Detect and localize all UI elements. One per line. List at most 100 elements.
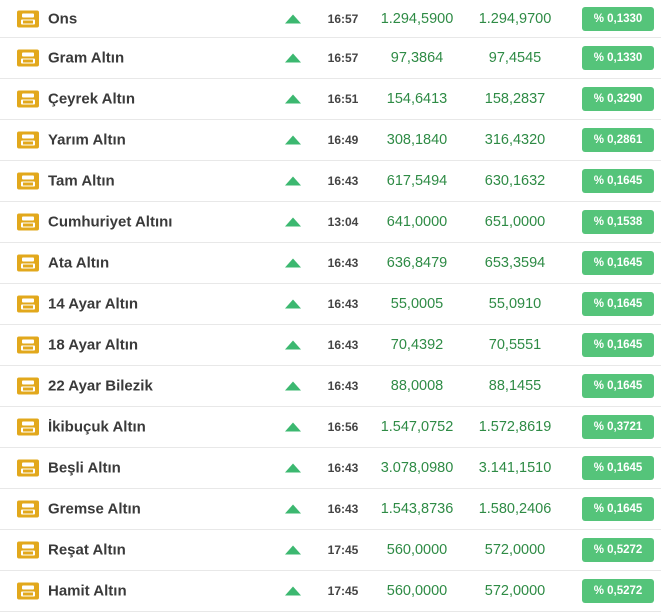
buy-price: 617,5494 [386, 173, 448, 189]
instrument-name[interactable]: 22 Ayar Bilezik [48, 378, 153, 395]
trend-up-icon [285, 258, 301, 268]
update-time: 16:43 [327, 461, 359, 475]
update-time: 16:57 [327, 51, 359, 65]
sell-price: 97,4545 [488, 50, 542, 66]
change-badge: % 0,1645 [582, 374, 654, 398]
instrument-name[interactable]: İkibuçuk Altın [48, 419, 146, 436]
gold-bars-icon [17, 582, 39, 600]
instrument-name[interactable]: Cumhuriyet Altını [48, 214, 172, 231]
sell-price: 630,1632 [484, 173, 546, 189]
change-badge: % 0,1538 [582, 210, 654, 234]
sell-price: 572,0000 [484, 542, 546, 558]
buy-price: 55,0005 [390, 296, 444, 312]
buy-price: 154,6413 [386, 91, 448, 107]
trend-up-icon [285, 217, 301, 227]
gold-bars-icon [17, 90, 39, 108]
table-row[interactable]: Cumhuriyet Altını 13:04 641,0000 651,0000 % … [0, 202, 661, 243]
instrument-name[interactable]: 14 Ayar Altın [48, 296, 138, 313]
gold-price-table: Ons 16:57 1.294,5900 1.294,9700% 0,1330 Gram… [0, 0, 661, 612]
table-row[interactable]: Reşat Altın 17:45 560,0000 572,0000 % 0,5272 [0, 530, 661, 571]
sell-price: 3.141,1510 [478, 460, 552, 476]
change-badge: % 0,3290 [582, 87, 654, 111]
instrument-name[interactable]: Tam Altın [48, 173, 115, 190]
trend-up-icon [285, 504, 301, 514]
trend-up-icon [285, 340, 301, 350]
trend-up-icon [285, 463, 301, 473]
buy-price: 88,0008 [390, 378, 444, 394]
table-row[interactable]: İkibuçuk Altın 16:56 1.547,0752 1.572,8619%… [0, 407, 661, 448]
change-badge: % 0,2861 [582, 128, 654, 152]
gold-bars-icon [17, 213, 39, 231]
trend-up-icon [285, 586, 301, 596]
instrument-name[interactable]: 18 Ayar Altın [48, 337, 138, 354]
gold-bars-icon [17, 295, 39, 313]
instrument-name[interactable]: Yarım Altın [48, 132, 126, 149]
update-time: 17:45 [327, 584, 359, 598]
update-time: 16:43 [327, 379, 359, 393]
sell-price: 1.572,8619 [478, 419, 552, 435]
update-time: 16:43 [327, 502, 359, 516]
gold-bars-icon [17, 459, 39, 477]
change-badge: % 0,1645 [582, 456, 654, 480]
change-badge: % 0,1330 [582, 46, 654, 70]
table-row[interactable]: Ata Altın 16:43 636,8479 653,3594 % 0,1645 [0, 243, 661, 284]
gold-bars-icon [17, 336, 39, 354]
table-row[interactable]: Çeyrek Altın 16:51 154,6413 158,2837 % 0,329… [0, 79, 661, 120]
change-badge: % 0,5272 [582, 538, 654, 562]
trend-up-icon [285, 381, 301, 391]
change-badge: % 0,1645 [582, 292, 654, 316]
gold-bars-icon [17, 131, 39, 149]
sell-price: 55,0910 [488, 296, 542, 312]
instrument-name[interactable]: Beşli Altın [48, 460, 121, 477]
table-row[interactable]: Yarım Altın 16:49 308,1840 316,4320 % 0,2861 [0, 120, 661, 161]
instrument-name[interactable]: Reşat Altın [48, 542, 126, 559]
table-row[interactable]: Beşli Altın 16:43 3.078,0980 3.141,1510 % 0,… [0, 448, 661, 489]
table-row[interactable]: 18 Ayar Altın 16:43 70,4392 70,5551 % 0,1645 [0, 325, 661, 366]
sell-price: 653,3594 [484, 255, 546, 271]
instrument-name[interactable]: Gremse Altın [48, 501, 141, 518]
update-time: 16:43 [327, 256, 359, 270]
gold-bars-icon [17, 49, 39, 67]
instrument-name[interactable]: Hamit Altın [48, 583, 127, 600]
sell-price: 651,0000 [484, 214, 546, 230]
update-time: 16:43 [327, 174, 359, 188]
gold-bars-icon [17, 172, 39, 190]
buy-price: 641,0000 [386, 214, 448, 230]
change-badge: % 0,1645 [582, 333, 654, 357]
trend-up-icon [285, 545, 301, 555]
gold-bars-icon [17, 254, 39, 272]
instrument-name[interactable]: Gram Altın [48, 50, 124, 67]
sell-price: 1.294,9700 [478, 10, 552, 27]
table-row[interactable]: Hamit Altın 17:45 560,0000 572,0000 % 0,5272 [0, 571, 661, 612]
instrument-name[interactable]: Çeyrek Altın [48, 91, 135, 108]
change-badge: % 0,1645 [582, 169, 654, 193]
update-time: 16:49 [327, 133, 359, 147]
update-time: 16:56 [327, 420, 359, 434]
table-row[interactable]: Tam Altın 16:43 617,5494 630,1632 % 0,1645 [0, 161, 661, 202]
change-badge: % 0,1330 [582, 6, 654, 31]
sell-price: 1.580,2406 [478, 501, 552, 517]
buy-price: 560,0000 [386, 542, 448, 558]
buy-price: 97,3864 [390, 50, 444, 66]
gold-bars-icon [17, 500, 39, 518]
table-row[interactable]: 14 Ayar Altın 16:43 55,0005 55,0910 % 0,1645 [0, 284, 661, 325]
sell-price: 88,1455 [488, 378, 542, 394]
trend-up-icon [285, 94, 301, 104]
update-time: 16:57 [327, 11, 359, 26]
trend-up-icon [285, 135, 301, 145]
table-row[interactable]: Gremse Altın 16:43 1.543,8736 1.580,2406 % 0… [0, 489, 661, 530]
instrument-name[interactable]: Ons [48, 10, 77, 27]
update-time: 16:43 [327, 297, 359, 311]
gold-bars-icon [17, 10, 39, 27]
table-row[interactable]: 22 Ayar Bilezik 16:43 88,0008 88,1455 % 0,16… [0, 366, 661, 407]
update-time: 16:43 [327, 338, 359, 352]
instrument-name[interactable]: Ata Altın [48, 255, 109, 272]
buy-price: 70,4392 [390, 337, 444, 353]
trend-up-icon [285, 299, 301, 309]
gold-bars-icon [17, 418, 39, 436]
sell-price: 70,5551 [488, 337, 542, 353]
table-row[interactable]: Gram Altın 16:57 97,3864 97,4545 % 0,1330 [0, 38, 661, 79]
buy-price: 308,1840 [386, 132, 448, 148]
trend-up-icon [285, 422, 301, 432]
table-row[interactable]: Ons 16:57 1.294,5900 1.294,9700 % 0,1330 [0, 0, 661, 38]
